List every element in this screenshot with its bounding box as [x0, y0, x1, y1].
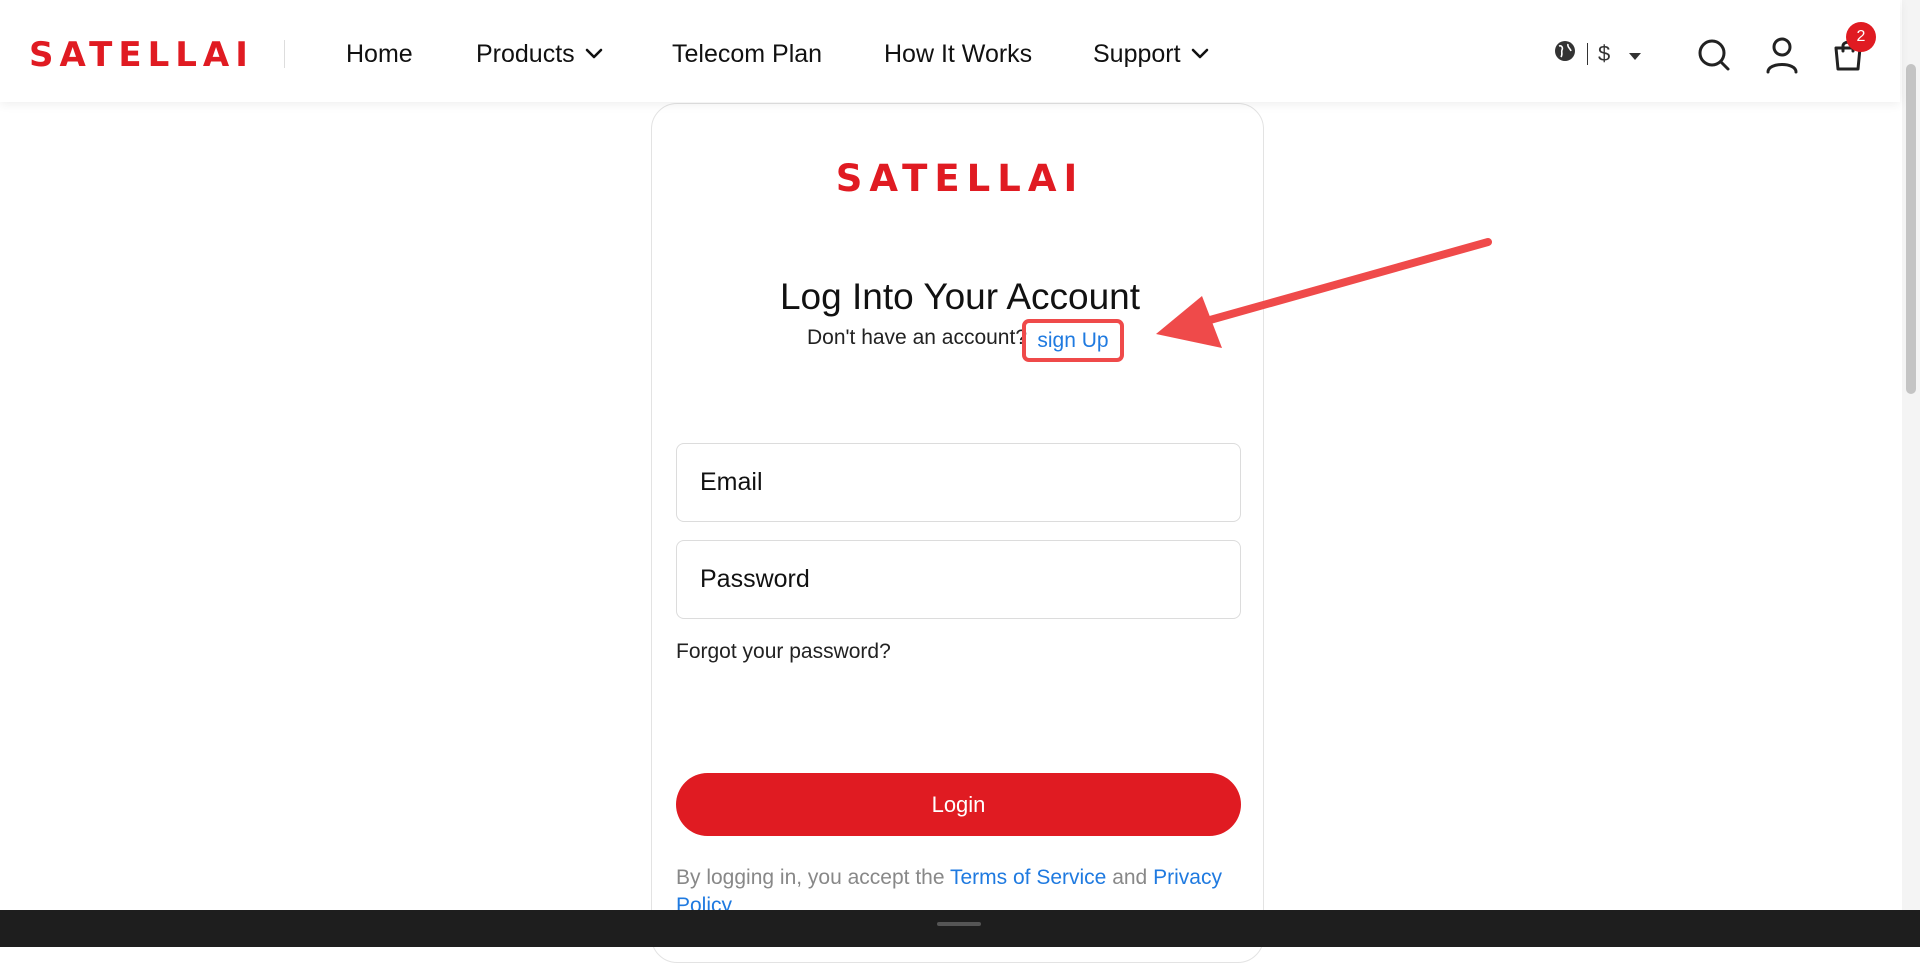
- login-button[interactable]: Login: [676, 773, 1241, 836]
- terms-of-service-link[interactable]: Terms of Service: [950, 866, 1106, 889]
- nav-how-it-works-label: How It Works: [884, 40, 1033, 68]
- chevron-down-icon: [585, 48, 603, 60]
- terms-and: and: [1112, 866, 1148, 889]
- globe-icon: [1553, 39, 1577, 69]
- site-header: SATELLAI Home Products Telecom Plan How …: [0, 0, 1900, 102]
- nav-home[interactable]: Home: [346, 38, 413, 70]
- nav-products[interactable]: Products: [476, 38, 603, 70]
- search-icon[interactable]: [1697, 38, 1731, 77]
- nav-support[interactable]: Support: [1093, 38, 1209, 70]
- bottom-bar: [0, 910, 1920, 947]
- logo-divider: [284, 40, 285, 68]
- terms-prefix: By logging in, you accept the: [676, 866, 945, 889]
- login-logo: SATELLAI: [835, 157, 1085, 200]
- email-field[interactable]: [676, 443, 1241, 522]
- annotation-arrow: [1140, 230, 1500, 365]
- currency-separator: [1587, 43, 1588, 65]
- nav-home-label: Home: [346, 40, 413, 68]
- page-scrollbar[interactable]: [1902, 0, 1920, 910]
- nav-telecom-plan[interactable]: Telecom Plan: [672, 38, 822, 70]
- password-field[interactable]: [676, 540, 1241, 619]
- caret-down-icon: [1628, 41, 1642, 67]
- nav-how-it-works[interactable]: How It Works: [884, 38, 1032, 70]
- sign-up-link[interactable]: sign Up: [1022, 319, 1124, 362]
- nav-products-label: Products: [476, 40, 575, 68]
- bottom-bar-handle[interactable]: [937, 922, 981, 926]
- currency-symbol: $: [1598, 41, 1611, 66]
- chevron-down-icon: [1191, 48, 1209, 60]
- page-title: Log Into Your Account: [779, 276, 1141, 317]
- currency-selector[interactable]: $: [1553, 38, 1642, 70]
- no-account-text: Don't have an account?: [807, 326, 1027, 349]
- nav-telecom-plan-label: Telecom Plan: [672, 40, 823, 68]
- scrollbar-thumb[interactable]: [1906, 64, 1916, 394]
- nav-support-label: Support: [1093, 40, 1181, 68]
- cart-count-badge: 2: [1846, 22, 1876, 52]
- user-icon[interactable]: [1765, 36, 1799, 79]
- forgot-password-link[interactable]: Forgot your password?: [676, 638, 891, 666]
- brand-logo[interactable]: SATELLAI: [29, 36, 254, 74]
